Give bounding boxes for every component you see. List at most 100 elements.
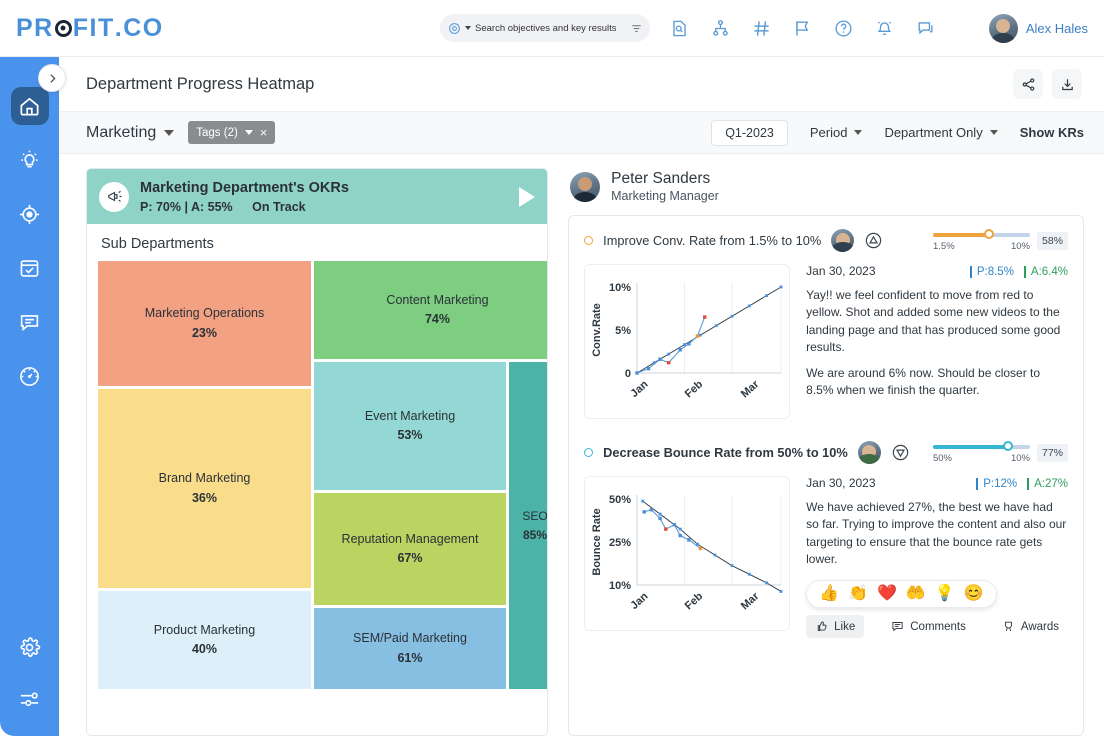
global-search[interactable] [440, 14, 650, 42]
kr-chart-card[interactable]: 10% 5% 0 Conv.Rate Jan Feb Mar [584, 264, 791, 419]
user-name: Alex Hales [1025, 21, 1088, 36]
awards-label: Awards [1020, 620, 1059, 633]
okr-expand-play-icon[interactable] [519, 186, 536, 207]
svg-text:0: 0 [625, 368, 631, 380]
search-input[interactable] [475, 22, 627, 34]
sidebar-item-performance[interactable] [11, 357, 49, 395]
awards-button[interactable]: Awards [993, 615, 1068, 638]
logo-text-2: FIT [72, 13, 115, 42]
tags-filter-chip[interactable]: Tags (2) × [188, 121, 276, 144]
chevron-down-icon [164, 129, 175, 136]
sidebar-item-feedback[interactable] [11, 303, 49, 341]
treemap-tile[interactable]: Event Marketing 53% [314, 362, 506, 490]
flag-icon[interactable] [793, 19, 812, 38]
svg-text:50%: 50% [609, 494, 631, 506]
treemap-tile[interactable]: Product Marketing 40% [98, 591, 311, 689]
kr-progress-slider[interactable]: 1.5% 10% [932, 228, 1030, 252]
reaction-emoji[interactable]: 🤲 [906, 586, 926, 602]
sidebar-item-okrs[interactable] [11, 195, 49, 233]
show-krs-toggle[interactable]: Show KRs [1020, 125, 1084, 140]
treemap-tile[interactable]: SEO 85% [509, 362, 548, 689]
kr-progress-start: 1.5% [932, 240, 955, 252]
reaction-picker[interactable]: 👍 👏 ❤️ 🤲 💡 😊 [806, 580, 997, 609]
treemap-tile[interactable]: Brand Marketing 36% [98, 389, 311, 588]
svg-text:25%: 25% [609, 537, 631, 549]
scope-dropdown[interactable]: Department Only [884, 125, 998, 140]
department-okr-banner[interactable]: Marketing Department's OKRs P: 70% | A: … [87, 169, 548, 224]
download-button[interactable] [1052, 69, 1082, 99]
kr-note-header: Jan 30, 2023 P:8.5% A:6.4% [806, 264, 1068, 278]
kr-progress: 1.5% 10% 58% [932, 228, 1068, 252]
svg-text:Mar: Mar [739, 590, 762, 612]
search-filter-icon[interactable] [631, 23, 642, 34]
period-dropdown[interactable]: Period [810, 125, 863, 140]
sidebar-item-home[interactable] [10, 87, 49, 125]
kr-progress: 50% 10% 77% [932, 440, 1068, 464]
share-button[interactable] [1013, 69, 1043, 99]
task-calendar-icon [20, 259, 39, 277]
comments-button[interactable]: Comments [882, 615, 975, 638]
report-search-icon[interactable] [670, 19, 689, 38]
sidebar-item-tasks[interactable] [11, 249, 49, 287]
hash-icon[interactable] [752, 19, 771, 38]
tags-filter-label: Tags (2) [196, 126, 238, 139]
logo-text-3: CO [123, 13, 164, 42]
reaction-emoji[interactable]: 💡 [935, 586, 955, 602]
reaction-emoji[interactable]: 👍 [819, 586, 839, 602]
triangle-down-icon[interactable] [891, 443, 910, 462]
okr-banner-metrics: P: 70% | A: 55% On Track [140, 200, 349, 214]
treemap-tile-value: 40% [191, 642, 218, 656]
kr-progress-end: 10% [1010, 452, 1030, 464]
treemap-tile[interactable]: Marketing Operations 23% [98, 261, 311, 386]
sidebar-expand-toggle[interactable] [38, 64, 66, 92]
profit-co-logo[interactable]: PR FIT. CO [16, 14, 164, 43]
okr-status-badge: On Track [252, 200, 306, 215]
treemap-tile[interactable]: SEM/Paid Marketing 61% [314, 608, 506, 689]
treemap-tile-label: Content Marketing [386, 292, 489, 307]
kr-chart-card[interactable]: 50% 25% 10% Bounce Rate Jan Feb Mar [584, 476, 791, 631]
sidebar-item-ideas[interactable] [11, 141, 49, 179]
key-result-body: 10% 5% 0 Conv.Rate Jan Feb Mar Jan 30, 2023 P:… [584, 264, 1068, 419]
user-menu[interactable]: Alex Hales [988, 0, 1088, 57]
org-chart-icon[interactable] [711, 19, 730, 38]
kr-note-date: Jan 30, 2023 [806, 476, 876, 490]
sidebar-item-settings[interactable] [11, 628, 49, 666]
reaction-emoji[interactable]: ❤️ [877, 586, 897, 602]
help-circle-icon[interactable] [834, 19, 853, 38]
owner-name: Peter Sanders [611, 170, 711, 187]
department-treemap: Marketing Operations 23% Brand Marketing 36… [98, 261, 548, 724]
chat-bubble-icon[interactable] [916, 19, 935, 38]
svg-text:Conv.Rate: Conv.Rate [591, 303, 603, 357]
search-scope-caret-icon[interactable] [465, 26, 471, 30]
app-window: PR FIT. CO Search objectives and key res… [0, 0, 1104, 736]
sidebar-primary-nav [10, 87, 49, 395]
sidebar-item-preferences[interactable] [11, 680, 49, 718]
department-selector[interactable]: Marketing [86, 124, 175, 142]
notification-bell-icon[interactable] [875, 19, 894, 38]
reaction-emoji[interactable]: 😊 [964, 586, 984, 602]
reaction-emoji[interactable]: 👏 [848, 586, 868, 602]
period-dropdown-label: Period [809, 125, 848, 140]
key-result-item: Improve Conv. Rate from 1.5% to 10% 1.5%… [584, 228, 1068, 419]
tags-filter-clear[interactable]: × [260, 125, 268, 140]
triangle-up-icon[interactable] [864, 231, 883, 250]
scope-dropdown-label: Department Only [884, 125, 983, 140]
chevron-down-icon [989, 130, 998, 135]
kr-checkin-note: Jan 30, 2023 P:12% A:27% We have achieve… [806, 476, 1068, 639]
treemap-tile[interactable]: Content Marketing 74% [314, 261, 548, 359]
kr-progress-end: 10% [1010, 240, 1030, 252]
kr-progress-knob[interactable] [984, 228, 995, 239]
show-krs-label: Show KRs [1019, 125, 1084, 140]
kr-progress-slider[interactable]: 50% 10% [932, 440, 1030, 464]
kr-note-paragraph-2: We are around 6% now. Should be closer t… [806, 366, 1041, 398]
treemap-tile[interactable]: Reputation Management 67% [314, 493, 506, 605]
kr-title[interactable]: Decrease Bounce Rate from 50% to 10% [603, 445, 848, 460]
treemap-tile-value: 74% [424, 312, 451, 326]
kr-title[interactable]: Improve Conv. Rate from 1.5% to 10% [603, 233, 821, 248]
chevron-down-icon [244, 130, 253, 135]
kr-owner-avatar [831, 229, 855, 252]
kr-progress-knob[interactable] [1002, 440, 1013, 451]
period-value[interactable]: Q1-2023 [711, 119, 788, 146]
home-icon [20, 97, 39, 116]
like-button[interactable]: Like [806, 615, 865, 639]
